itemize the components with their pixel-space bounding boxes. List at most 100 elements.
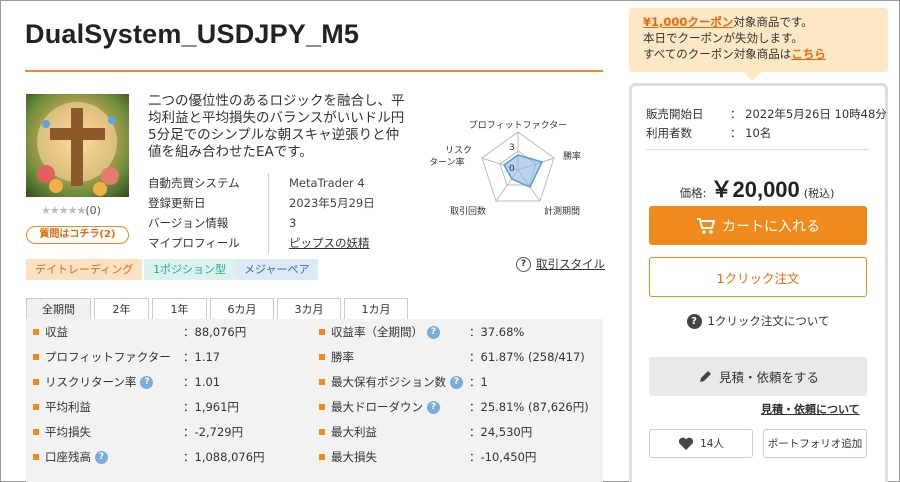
radar-label-period: 計測期間: [544, 205, 580, 217]
stat-value: ：-10,450円: [469, 450, 537, 464]
price-value: ￥20,000: [710, 177, 800, 202]
sale-info: 販売開始日 ： 2022年5月26日 10時48分 利用者数 ： 10名: [646, 105, 887, 143]
price: 価格: ￥20,000 (税込): [646, 172, 868, 204]
stat-row: 勝率 ：61.87% (258/417): [319, 347, 599, 367]
tab-1y[interactable]: 1年: [152, 298, 207, 320]
stat-label: 収益: [45, 325, 68, 339]
rating: ★★★★★(0): [41, 204, 101, 217]
product-image: [26, 94, 129, 197]
stat-value: ：88,076円: [183, 325, 247, 339]
coupon-highlight[interactable]: ¥1,000クーポン: [643, 15, 733, 29]
price-tax: (税込): [803, 187, 835, 200]
tab-6m[interactable]: 6カ月: [210, 298, 274, 320]
coupon-notice: ¥1,000クーポン対象商品です。 本日でクーポンが失効します。 すべてのクーポ…: [629, 8, 888, 72]
rating-stars: ★★★★★: [41, 204, 86, 217]
portfolio-add-button[interactable]: ポートフォリオ追加: [763, 429, 867, 458]
meta-row-version: バージョン情報 3: [148, 213, 398, 233]
bullet-icon: [33, 429, 39, 435]
cart-icon: [697, 217, 716, 234]
one-click-about-link[interactable]: ? 1クリック注文について: [649, 313, 867, 329]
stat-label: 平均損失: [45, 425, 91, 439]
profile-link[interactable]: ピップスの妖精: [268, 233, 370, 253]
page-title: DualSystem_USDJPY_M5: [25, 19, 360, 49]
stat-row: リスクリターン率? ：1.01: [33, 372, 313, 392]
question-icon: ?: [686, 313, 702, 329]
cross-icon: [37, 102, 119, 196]
sale-start-label: 販売開始日: [646, 107, 704, 121]
tab-all[interactable]: 全期間: [26, 298, 91, 320]
stat-row: 最大ドローダウン? ：25.81% (87,626円): [319, 397, 599, 417]
meta-value: 3: [268, 213, 296, 233]
help-icon[interactable]: ?: [427, 400, 440, 414]
pen-icon: [699, 370, 711, 382]
stat-label: 最大保有ポジション数: [331, 375, 446, 389]
stat-value: ：1: [469, 375, 488, 389]
coupon-expiry: 本日でクーポンが失効します。: [643, 31, 803, 45]
help-icon[interactable]: ?: [95, 450, 108, 464]
quote-about-link[interactable]: 見積・依頼について: [761, 401, 860, 417]
quote-request-label: 見積・依頼をする: [718, 370, 819, 385]
favorite-count: 14人: [700, 438, 724, 450]
radar-label-return: ターン率: [429, 156, 465, 168]
stat-row: プロフィットファクター ：1.17: [33, 347, 313, 367]
panel-divider: [646, 149, 868, 150]
trade-style-link[interactable]: ? 取引スタイル: [516, 256, 605, 272]
tag-one-position[interactable]: 1ポジション型: [144, 259, 235, 280]
radar-label-risk: リスク: [445, 145, 472, 156]
meta-row-system: 自動売買システム MetaTrader 4: [148, 173, 398, 193]
bullet-icon: [319, 404, 325, 410]
stat-label: プロフィットファクター: [45, 350, 171, 364]
one-click-order-button[interactable]: 1クリック注文: [649, 257, 867, 297]
users-value: ： 10名: [730, 126, 772, 140]
meta-row-updated: 登録更新日 2023年5月29日: [148, 193, 398, 213]
stat-value: ：-2,729円: [183, 425, 244, 439]
bullet-icon: [319, 329, 325, 335]
add-to-cart-button[interactable]: カートに入れる: [649, 206, 867, 245]
stat-row: 平均利益 ：1,961円: [33, 397, 313, 417]
stat-label: 最大ドローダウン: [331, 400, 423, 414]
quote-request-button[interactable]: 見積・依頼をする: [649, 357, 867, 396]
radar-label-pf: プロフィットファクター: [469, 120, 567, 131]
meta-key: マイプロフィール: [148, 236, 240, 250]
stat-value: ：61.87% (258/417): [469, 350, 585, 364]
title-divider: [25, 70, 603, 72]
one-click-about-label: 1クリック注文について: [707, 314, 830, 328]
stat-label: 勝率: [331, 350, 354, 364]
question-button[interactable]: 質問はコチラ(2): [26, 226, 129, 244]
stat-label: 最大損失: [331, 450, 377, 464]
one-click-label: 1クリック注文: [716, 270, 800, 286]
bullet-icon: [33, 454, 39, 460]
tab-1m[interactable]: 1カ月: [344, 298, 408, 320]
product-meta: 自動売買システム MetaTrader 4 登録更新日 2023年5月29日 バ…: [148, 173, 398, 253]
meta-key: バージョン情報: [148, 216, 229, 230]
tag-major-pair[interactable]: メジャーペア: [235, 259, 319, 280]
help-icon[interactable]: ?: [450, 375, 463, 389]
meta-value: 2023年5月29日: [268, 193, 375, 213]
tab-3m[interactable]: 3カ月: [277, 298, 341, 320]
meta-value: MetaTrader 4: [268, 173, 365, 193]
meta-key: 登録更新日: [148, 196, 206, 210]
tag-daytrading[interactable]: デイトレーディング: [26, 259, 143, 280]
period-tabs: 全期間 2年 1年 6カ月 3カ月 1カ月: [26, 298, 411, 320]
stat-value: ：37.68%: [469, 325, 525, 339]
stat-value: ：1,088,076円: [183, 450, 265, 464]
help-icon[interactable]: ?: [427, 325, 440, 339]
stat-label: 口座残高: [45, 450, 91, 464]
radar-scale-min: 0: [509, 164, 515, 174]
meta-key: 自動売買システム: [148, 176, 240, 190]
stats-panel: 収益 ：88,076円 プロフィットファクター ：1.17 リスクリターン率? ：1.…: [26, 319, 603, 482]
question-button-label: 質問はコチラ(2): [39, 229, 116, 240]
favorite-button[interactable]: 14人: [649, 429, 753, 458]
stat-value: ：25.81% (87,626円): [469, 400, 589, 414]
meta-row-profile: マイプロフィール ピップスの妖精: [148, 233, 398, 253]
help-icon[interactable]: ?: [140, 375, 154, 389]
stat-row: 口座残高? ：1,088,076円: [33, 447, 313, 467]
tab-2y[interactable]: 2年: [94, 298, 149, 320]
add-to-cart-label: カートに入れる: [722, 218, 820, 235]
stat-row: 収益率（全期間）? ：37.68%: [319, 322, 599, 342]
stat-value: ：1,961円: [183, 400, 239, 414]
radar-chart: プロフィットファクター 勝率 計測期間 取引回数 リスク ターン率 3 0: [429, 120, 581, 217]
portfolio-add-label: ポートフォリオ追加: [767, 438, 863, 450]
bullet-icon: [319, 379, 325, 385]
coupon-link[interactable]: こちら: [791, 47, 826, 61]
